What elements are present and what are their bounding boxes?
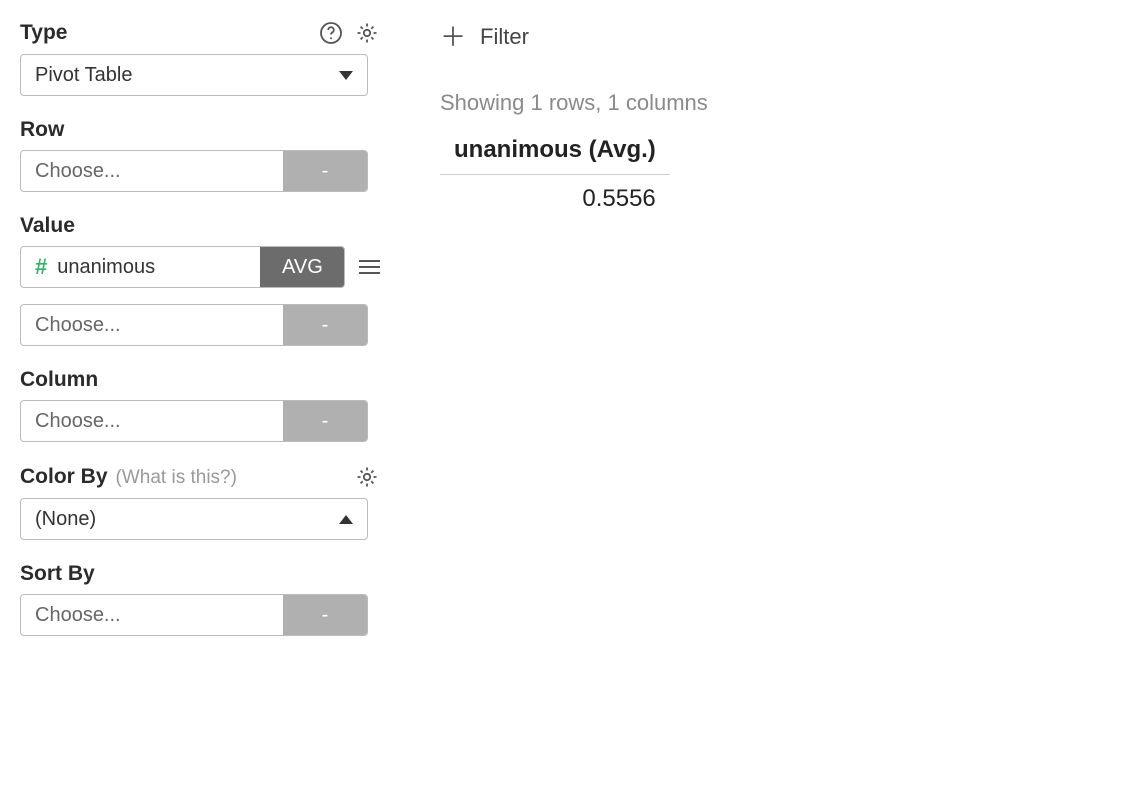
column-chooser-agg[interactable]: - [283, 401, 367, 441]
colorby-section: Color By (What is this?) (None) [20, 464, 380, 540]
add-filter-button[interactable]: ＋ Filter [440, 24, 1114, 50]
value-label: Value [20, 214, 75, 238]
result-meta: Showing 1 rows, 1 columns [440, 90, 1114, 116]
gear-icon[interactable] [354, 20, 380, 46]
column-chooser-placeholder: Choose... [21, 401, 283, 441]
sortby-section: Sort By Choose... - [20, 562, 380, 636]
colorby-hint[interactable]: (What is this?) [116, 467, 237, 489]
value-chooser-agg[interactable]: AVG [260, 247, 344, 287]
gear-icon[interactable] [354, 464, 380, 490]
colorby-select-value: (None) [35, 508, 96, 531]
column-section: Column Choose... - [20, 368, 380, 442]
value-extra-agg[interactable]: - [283, 305, 367, 345]
help-icon[interactable] [318, 20, 344, 46]
result-table: unanimous (Avg.) 0.5556 [440, 130, 670, 223]
value-extra-chooser[interactable]: Choose... - [20, 304, 368, 346]
value-chooser-field: unanimous [57, 256, 155, 279]
value-chooser[interactable]: # unanimous AVG [20, 246, 345, 288]
results-panel: ＋ Filter Showing 1 rows, 1 columns unani… [380, 20, 1114, 658]
result-value: 0.5556 [440, 175, 670, 223]
row-chooser-placeholder: Choose... [21, 151, 283, 191]
colorby-label: Color By [20, 465, 108, 489]
sortby-label: Sort By [20, 562, 95, 586]
sortby-chooser-placeholder: Choose... [21, 595, 283, 635]
row-label: Row [20, 118, 64, 142]
value-extra-placeholder: Choose... [21, 305, 283, 345]
type-select-value: Pivot Table [35, 64, 132, 87]
chevron-down-icon [339, 71, 353, 80]
column-chooser[interactable]: Choose... - [20, 400, 368, 442]
row-chooser-agg[interactable]: - [283, 151, 367, 191]
colorby-select[interactable]: (None) [20, 498, 368, 540]
result-header: unanimous (Avg.) [440, 130, 670, 175]
drag-handle-icon[interactable] [359, 256, 380, 278]
type-section: Type [20, 20, 380, 96]
config-sidebar: Type [20, 20, 380, 658]
value-section: Value # unanimous AVG Choose... [20, 214, 380, 346]
sortby-chooser-agg[interactable]: - [283, 595, 367, 635]
type-select[interactable]: Pivot Table [20, 54, 368, 96]
number-type-icon: # [35, 256, 47, 278]
plus-icon: ＋ [440, 24, 466, 50]
type-label: Type [20, 21, 67, 45]
filter-label: Filter [480, 24, 529, 50]
row-section: Row Choose... - [20, 118, 380, 192]
column-label: Column [20, 368, 98, 392]
chevron-up-icon [339, 515, 353, 524]
row-chooser[interactable]: Choose... - [20, 150, 368, 192]
sortby-chooser[interactable]: Choose... - [20, 594, 368, 636]
